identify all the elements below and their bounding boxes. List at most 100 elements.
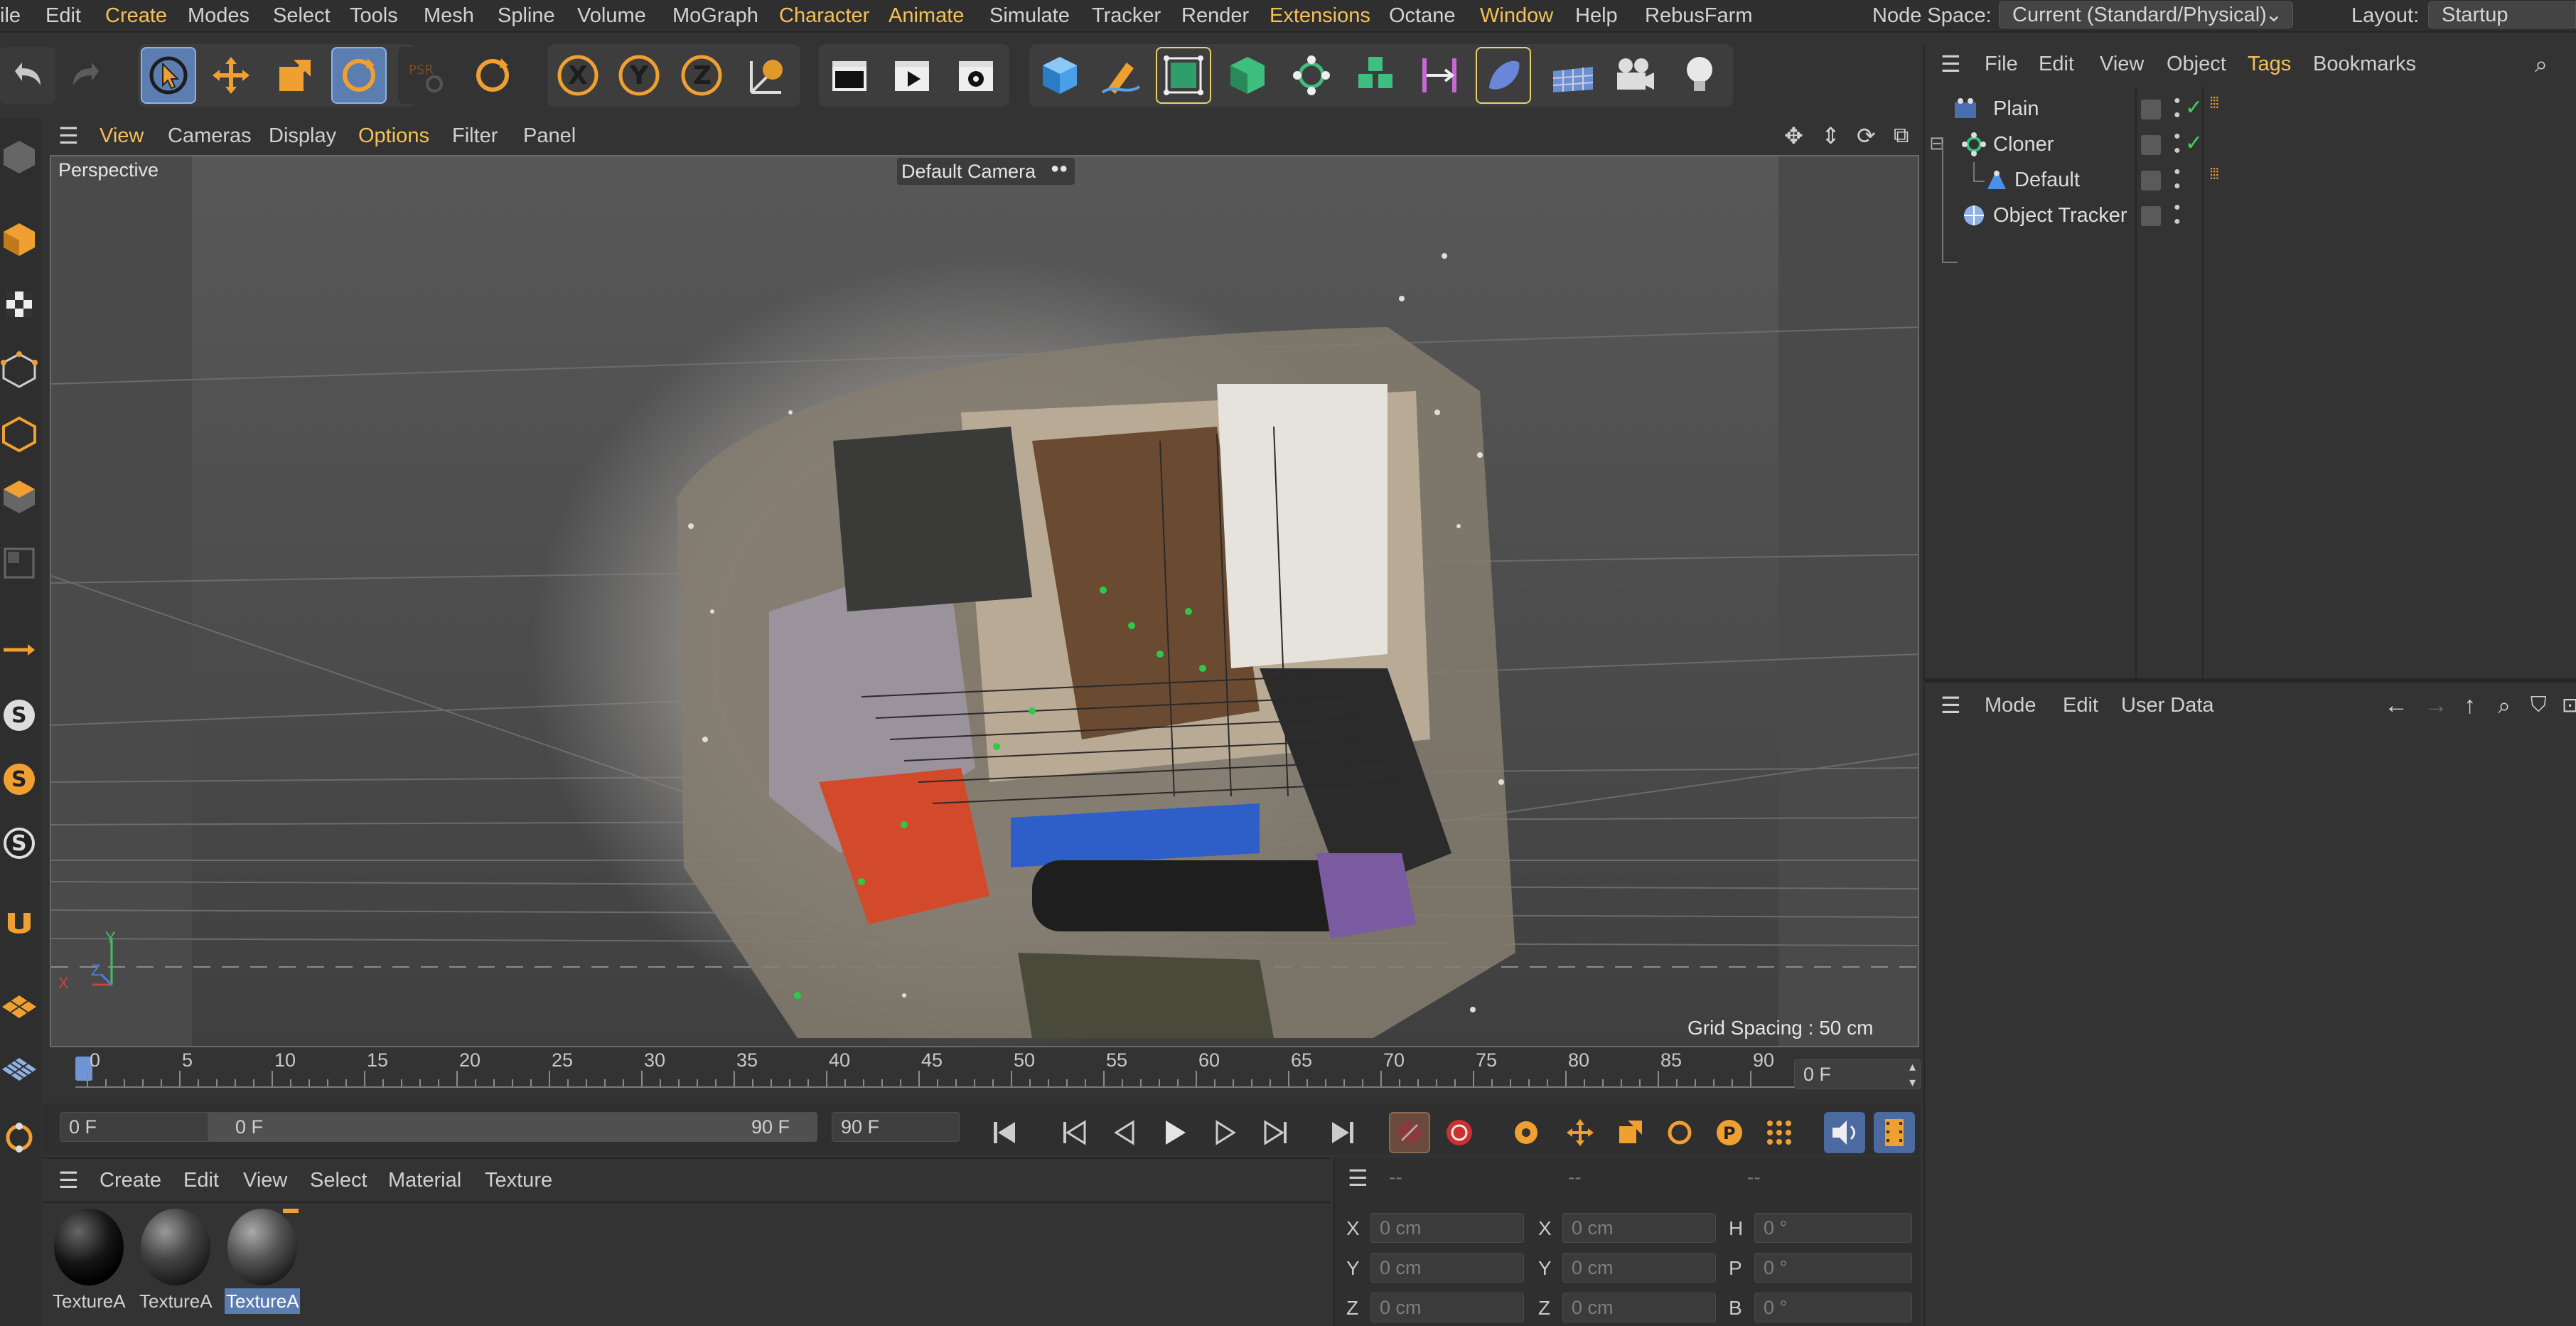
menu-tools[interactable]: Tools: [350, 0, 398, 31]
viewport-menu-options[interactable]: Options: [358, 118, 429, 154]
quantize-button[interactable]: S: [0, 751, 38, 808]
viewport-move-icon[interactable]: ✥: [1784, 118, 1803, 154]
menu-create[interactable]: Create: [105, 0, 167, 31]
previous-frame-button[interactable]: [1105, 1112, 1146, 1153]
menu-octane[interactable]: Octane: [1389, 0, 1456, 31]
forward-arrow-icon[interactable]: →: [2424, 685, 2448, 725]
search-icon[interactable]: ⌕: [2535, 44, 2548, 84]
mograph-cubes-button[interactable]: [1348, 47, 1403, 104]
timeline-ruler[interactable]: 0 5 10 15 20 25 30 35 40 45 50 55 60 65 70 75 80 85 90 0 F…: [43, 1049, 1921, 1101]
snap-button[interactable]: S: [0, 687, 38, 744]
material-menu-material[interactable]: Material: [388, 1157, 461, 1203]
position-y-field[interactable]: 0 cm: [1370, 1253, 1524, 1283]
visibility-dots-icon[interactable]: ● ●: [2174, 165, 2181, 193]
menu-mesh[interactable]: Mesh: [424, 0, 474, 31]
hamburger-menu-icon[interactable]: ☰: [58, 118, 79, 154]
render-settings-button[interactable]: [948, 47, 1004, 104]
material-menu-texture[interactable]: Texture: [485, 1157, 552, 1203]
texture-mode-button[interactable]: [0, 276, 38, 333]
tag-dot-grid-icon[interactable]: ⁞⁞⁞: [2209, 94, 2219, 112]
z-axis-lock-button[interactable]: Z: [674, 47, 729, 104]
lock-icon[interactable]: ⊡: [2562, 685, 2576, 725]
menu-render[interactable]: Render: [1181, 0, 1249, 31]
uv-mode-button[interactable]: [0, 535, 38, 592]
recent-tool-button[interactable]: [465, 47, 520, 104]
rotation-b-field[interactable]: 0 °: [1754, 1293, 1912, 1322]
soft-selection-button[interactable]: [0, 1109, 38, 1166]
keyframe-selection-button[interactable]: [1506, 1112, 1547, 1153]
rotation-p-field[interactable]: 0 °: [1754, 1253, 1912, 1283]
tag-dot-grid-icon[interactable]: ⁞⁞⁞: [2209, 165, 2219, 183]
attribute-menu-edit[interactable]: Edit: [2063, 685, 2098, 725]
menu-modes[interactable]: Modes: [188, 0, 249, 31]
search-icon[interactable]: ⌕: [2498, 685, 2511, 725]
previous-key-button[interactable]: [1055, 1112, 1096, 1153]
redo-button[interactable]: [58, 47, 114, 104]
psr-tool-button[interactable]: PSR: [398, 47, 454, 104]
attribute-menu-mode[interactable]: Mode: [1985, 685, 2036, 725]
end-frame-field[interactable]: 90 F: [832, 1112, 960, 1142]
enabled-check-icon[interactable]: ✓: [2185, 131, 2203, 156]
planar-workplane-button[interactable]: [0, 1038, 38, 1095]
play-button[interactable]: [1154, 1112, 1196, 1153]
move-tool-button[interactable]: [203, 47, 259, 104]
field-button[interactable]: [1476, 47, 1531, 104]
viewport-menu-cameras[interactable]: Cameras: [168, 118, 252, 154]
menu-edit[interactable]: Edit: [45, 0, 81, 31]
menu-simulate[interactable]: Simulate: [989, 0, 1070, 31]
object-menu-bookmarks[interactable]: Bookmarks: [2313, 44, 2416, 84]
polygons-mode-button[interactable]: [0, 468, 38, 525]
render-view-button[interactable]: [822, 47, 877, 104]
visibility-dots-icon[interactable]: ● ●: [2174, 129, 2181, 158]
point-level-key-button[interactable]: [1759, 1112, 1800, 1153]
attribute-menu-user-data[interactable]: User Data: [2121, 685, 2214, 725]
model-mode-button[interactable]: [0, 210, 38, 267]
material-menu-select[interactable]: Select: [310, 1157, 367, 1203]
scale-key-button[interactable]: [1609, 1112, 1651, 1153]
pen-tool-button[interactable]: [1093, 47, 1149, 104]
autokeying-button[interactable]: [1439, 1112, 1480, 1153]
axis-mode-button[interactable]: [0, 621, 38, 678]
rotation-h-field[interactable]: 0 °: [1754, 1213, 1912, 1243]
rotate-tool-button[interactable]: [331, 47, 387, 104]
editor-visibility-toggle[interactable]: [2141, 171, 2161, 191]
viewport-menu-filter[interactable]: Filter: [452, 118, 498, 154]
size-z-field[interactable]: 0 cm: [1562, 1293, 1716, 1322]
stepper-icon[interactable]: ▴ ▾: [1909, 1059, 1916, 1090]
menu-rebusfarm[interactable]: RebusFarm: [1645, 0, 1753, 31]
visibility-dots-icon[interactable]: ● ●: [2174, 94, 2181, 122]
x-axis-lock-button[interactable]: X: [550, 47, 606, 104]
menu-help[interactable]: Help: [1575, 0, 1618, 31]
select-tool-button[interactable]: [141, 47, 196, 104]
hamburger-menu-icon[interactable]: ☰: [1941, 44, 1961, 84]
go-to-start-button[interactable]: [984, 1112, 1025, 1153]
deformer-button[interactable]: [1412, 47, 1467, 104]
scale-tool-button[interactable]: [267, 47, 323, 104]
node-space-dropdown[interactable]: Current (Standard/Physical) ⌄: [1999, 1, 2293, 28]
menu-tracker[interactable]: Tracker: [1092, 0, 1161, 31]
start-frame-field[interactable]: 0 F: [60, 1112, 210, 1142]
workplane-button[interactable]: [0, 975, 38, 1032]
hamburger-menu-icon[interactable]: ☰: [58, 1157, 79, 1203]
menu-file[interactable]: ile: [0, 0, 21, 31]
position-key-button[interactable]: [1560, 1112, 1601, 1153]
material-swatch[interactable]: TextureA: [225, 1209, 300, 1317]
object-row-plain[interactable]: Plain ● ● ✓ ⁞⁞⁞: [1925, 91, 2576, 127]
locked-workplane-button[interactable]: S: [0, 815, 38, 872]
viewport-maximize-icon[interactable]: ⧉: [1894, 118, 1909, 154]
material-swatch[interactable]: TextureA: [51, 1209, 127, 1317]
editor-visibility-toggle[interactable]: [2141, 206, 2161, 226]
current-frame-field[interactable]: 0 F ▴ ▾: [1794, 1059, 1921, 1089]
material-menu-view[interactable]: View: [243, 1157, 287, 1203]
viewport-menu-view[interactable]: View: [100, 118, 144, 154]
size-y-field[interactable]: 0 cm: [1562, 1253, 1716, 1283]
record-active-objects-button[interactable]: [1389, 1112, 1430, 1153]
subdivision-surface-button[interactable]: [1156, 47, 1211, 104]
y-axis-lock-button[interactable]: Y: [611, 47, 667, 104]
menu-character[interactable]: Character: [779, 0, 869, 31]
viewport-menu-panel[interactable]: Panel: [523, 118, 576, 154]
go-to-end-button[interactable]: [1322, 1112, 1363, 1153]
cube-object-button[interactable]: [1032, 47, 1088, 104]
frame-range-slider[interactable]: 0 F 90 F: [208, 1112, 817, 1142]
filter-icon[interactable]: ⛉: [2531, 685, 2547, 725]
